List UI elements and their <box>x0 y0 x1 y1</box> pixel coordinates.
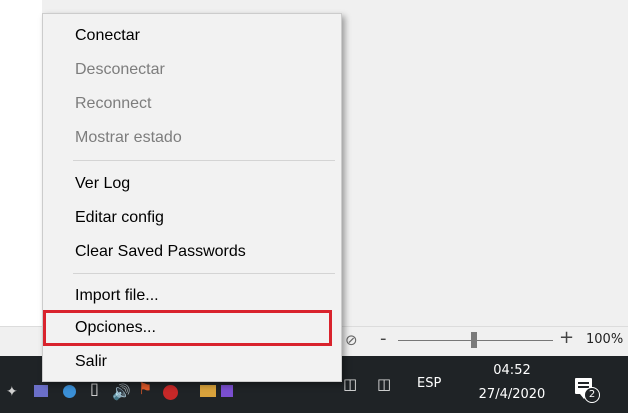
ethernet-icon[interactable]: ◫ <box>377 377 391 392</box>
device-icon[interactable]: ▯ <box>90 381 99 397</box>
menu-item-reconnect[interactable]: Reconnect <box>43 88 341 120</box>
network-icon[interactable] <box>221 385 233 397</box>
menu-item-mostrar-estado[interactable]: Mostrar estado <box>43 122 341 154</box>
volume-icon[interactable]: 🔊 <box>112 385 131 400</box>
clock-time[interactable]: 04:52 <box>484 363 540 378</box>
notification-count: 2 <box>584 387 600 403</box>
vpn-icon[interactable] <box>163 385 178 400</box>
menu-separator <box>73 160 335 161</box>
zoom-percent[interactable]: 100% <box>586 332 623 347</box>
shield-icon[interactable] <box>63 385 76 398</box>
menu-item-opciones[interactable]: Opciones... <box>43 312 341 344</box>
folder-icon[interactable] <box>200 385 216 397</box>
menu-item-clear-saved-passwords[interactable]: Clear Saved Passwords <box>43 236 341 268</box>
notifications-button[interactable]: 2 <box>573 378 600 403</box>
app-icon[interactable] <box>34 385 48 397</box>
flag-icon[interactable]: ⚑ <box>138 381 152 397</box>
language-indicator[interactable]: ESP <box>417 376 441 391</box>
menu-item-conectar[interactable]: Conectar <box>43 20 341 52</box>
monitor-icon[interactable]: ◫ <box>343 377 357 392</box>
menu-item-desconectar[interactable]: Desconectar <box>43 54 341 86</box>
zoom-out-button[interactable]: - <box>380 328 387 349</box>
menu-item-editar-config[interactable]: Editar config <box>43 202 341 234</box>
pin-icon[interactable]: ✦ <box>6 385 18 399</box>
clock-date[interactable]: 27/4/2020 <box>462 387 562 402</box>
menu-item-salir[interactable]: Salir <box>43 346 341 378</box>
menu-item-import-file[interactable]: Import file... <box>43 280 341 312</box>
zoom-slider-thumb[interactable] <box>471 332 477 348</box>
menu-item-ver-log[interactable]: Ver Log <box>43 168 341 200</box>
menu-separator <box>73 273 335 274</box>
zoom-in-button[interactable]: + <box>559 327 574 348</box>
view-mode-icon[interactable]: ⊘ <box>345 331 358 349</box>
context-menu: Conectar Desconectar Reconnect Mostrar e… <box>42 13 342 382</box>
